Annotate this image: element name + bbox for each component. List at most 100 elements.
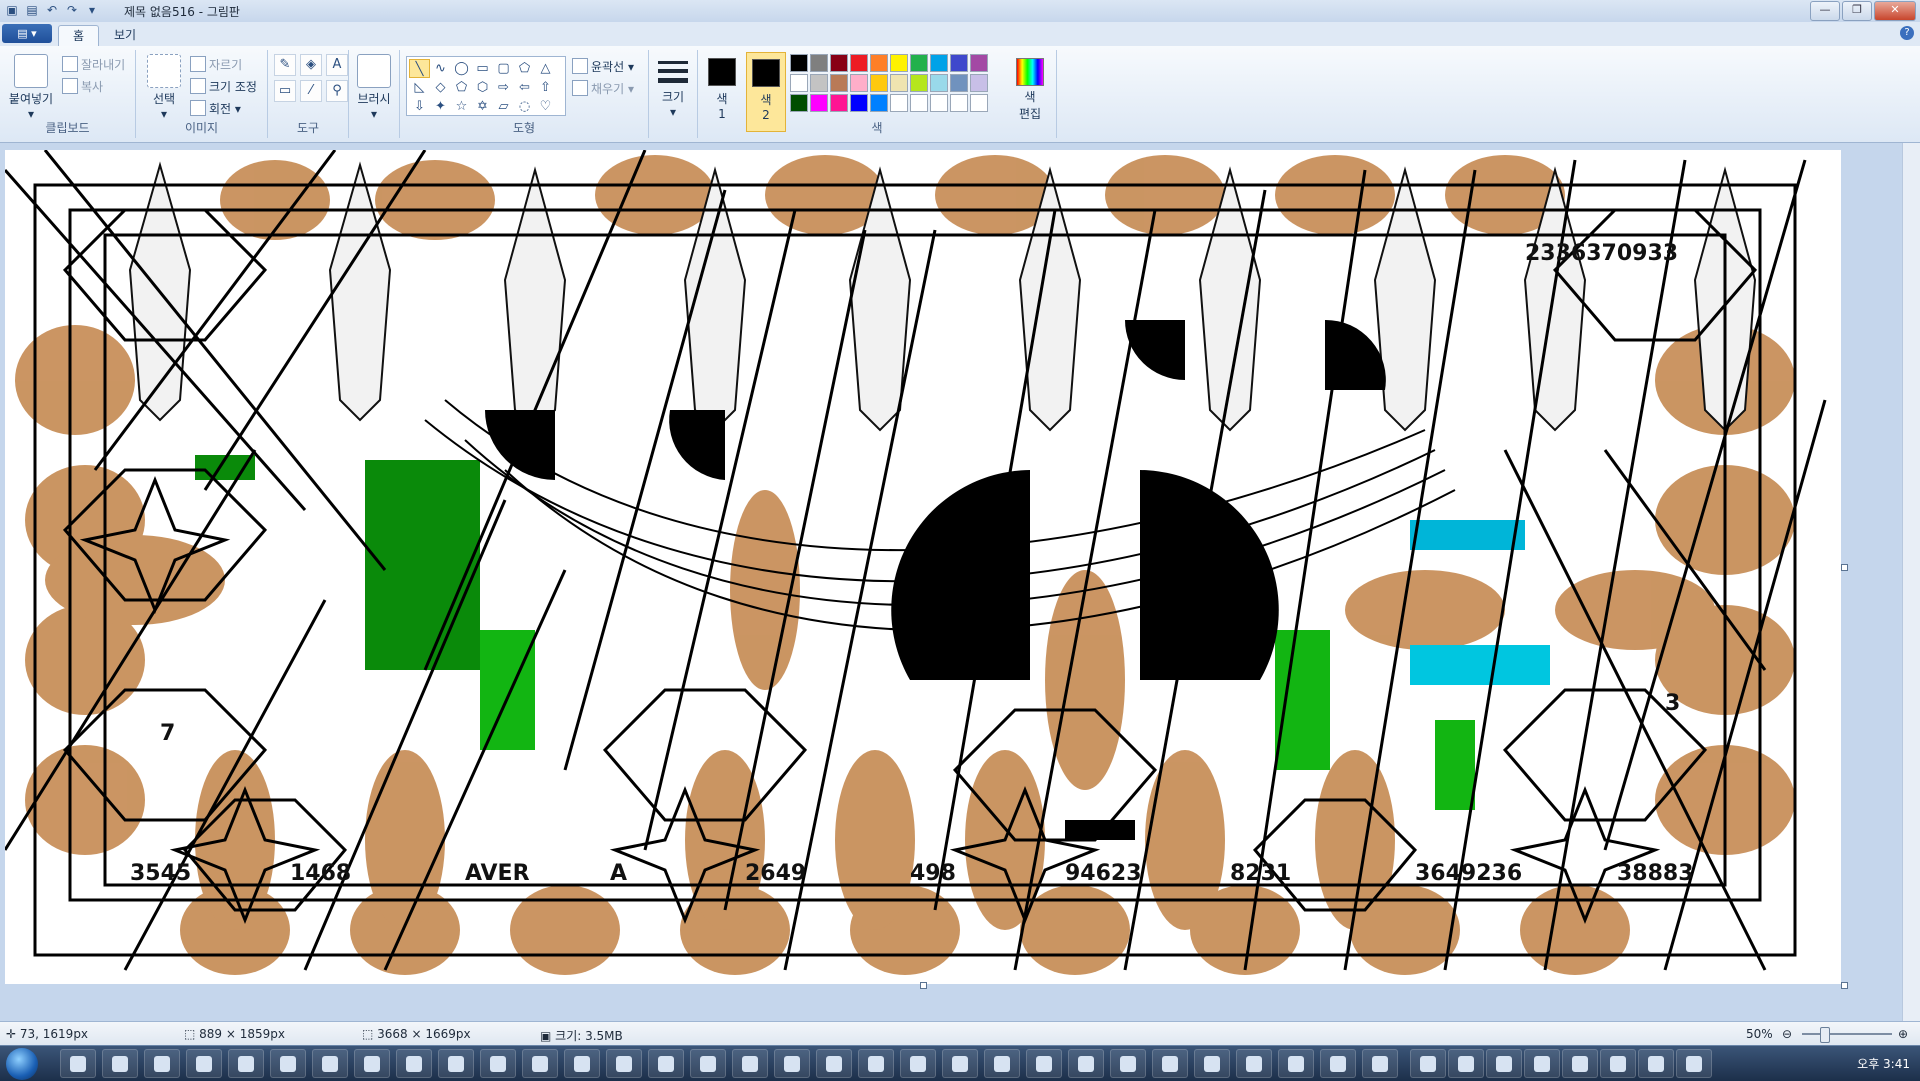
taskbar-app-button[interactable] [732, 1049, 768, 1078]
fill-bucket-icon[interactable]: ◈ [300, 54, 322, 76]
zoom-in-button[interactable]: ⊕ [1898, 1027, 1908, 1041]
taskbar-app-button[interactable] [312, 1049, 348, 1078]
palette-color-swatch[interactable] [890, 74, 908, 92]
callout-rect-icon[interactable]: ▱ [493, 97, 514, 116]
taskbar-app-button[interactable] [564, 1049, 600, 1078]
palette-color-swatch[interactable] [910, 54, 928, 72]
tab-view[interactable]: 보기 [100, 25, 150, 45]
select-button[interactable]: 선택 ▾ [144, 54, 184, 121]
palette-color-swatch[interactable] [870, 94, 888, 112]
palette-color-swatch[interactable] [850, 74, 868, 92]
outline-button[interactable]: 윤곽선 ▾ [572, 58, 634, 75]
six-point-star-icon[interactable]: ✡ [472, 97, 493, 116]
zoom-out-button[interactable]: ⊖ [1782, 1027, 1792, 1041]
rounded-rect-shape-icon[interactable]: ▢ [493, 59, 514, 78]
left-arrow-shape-icon[interactable]: ⇦ [514, 78, 535, 97]
drawing-canvas[interactable]: 3545 1468 AVER A 2649 498 94623 8231 364… [5, 150, 1841, 984]
palette-color-swatch[interactable] [970, 94, 988, 112]
taskbar-app-button[interactable] [606, 1049, 642, 1078]
taskbar-app-button[interactable] [1194, 1049, 1230, 1078]
resize-handle-corner[interactable] [1841, 982, 1848, 989]
palette-color-swatch[interactable] [910, 74, 928, 92]
size-button[interactable]: 크기 ▾ [653, 56, 693, 119]
palette-color-swatch[interactable] [790, 94, 808, 112]
palette-color-swatch[interactable] [970, 74, 988, 92]
crop-button[interactable]: 자르기 [190, 56, 242, 73]
taskbar-app-button[interactable] [690, 1049, 726, 1078]
taskbar-app-button[interactable] [1562, 1049, 1598, 1078]
line-shape-icon[interactable]: ╲ [409, 59, 430, 78]
resize-handle-bottom[interactable] [920, 982, 927, 989]
taskbar-app-button[interactable] [900, 1049, 936, 1078]
pentagon-shape-icon[interactable]: ⬠ [451, 78, 472, 97]
curve-shape-icon[interactable]: ∿ [430, 59, 451, 78]
help-icon[interactable]: ? [1900, 26, 1914, 40]
oval-shape-icon[interactable]: ◯ [451, 59, 472, 78]
taskbar-app-button[interactable] [228, 1049, 264, 1078]
save-icon[interactable]: ▤ [24, 2, 40, 18]
palette-color-swatch[interactable] [870, 74, 888, 92]
taskbar-app-button[interactable] [354, 1049, 390, 1078]
magnifier-icon[interactable]: ⚲ [326, 80, 348, 102]
taskbar-app-button[interactable] [1448, 1049, 1484, 1078]
right-arrow-shape-icon[interactable]: ⇨ [493, 78, 514, 97]
resize-button[interactable]: 크기 조정 [190, 78, 257, 95]
paste-button[interactable]: 붙여넣기 ▾ [6, 54, 56, 121]
taskbar-app-button[interactable] [774, 1049, 810, 1078]
clock[interactable]: 오후 3:41 [1857, 1055, 1910, 1072]
pencil-icon[interactable]: ✎ [274, 54, 296, 76]
palette-color-swatch[interactable] [790, 54, 808, 72]
taskbar-app-button[interactable] [1486, 1049, 1522, 1078]
taskbar-app-button[interactable] [858, 1049, 894, 1078]
cut-button[interactable]: 잘라내기 [62, 56, 125, 73]
palette-color-swatch[interactable] [910, 94, 928, 112]
taskbar-app-button[interactable] [648, 1049, 684, 1078]
minimize-button[interactable]: — [1810, 1, 1840, 21]
diamond-shape-icon[interactable]: ◇ [430, 78, 451, 97]
taskbar-app-button[interactable] [144, 1049, 180, 1078]
palette-color-swatch[interactable] [810, 94, 828, 112]
up-arrow-shape-icon[interactable]: ⇧ [535, 78, 556, 97]
app-menu-button[interactable]: ▤ ▾ [2, 24, 52, 43]
taskbar-app-button[interactable] [1236, 1049, 1272, 1078]
palette-color-swatch[interactable] [830, 94, 848, 112]
taskbar-app-button[interactable] [1524, 1049, 1560, 1078]
taskbar-app-button[interactable] [1410, 1049, 1446, 1078]
taskbar-app-button[interactable] [186, 1049, 222, 1078]
taskbar-app-button[interactable] [1026, 1049, 1062, 1078]
taskbar-app-button[interactable] [1152, 1049, 1188, 1078]
taskbar-app-button[interactable] [480, 1049, 516, 1078]
paint-app-icon[interactable]: ▣ [4, 2, 20, 18]
zoom-slider-thumb[interactable] [1820, 1027, 1830, 1043]
start-button[interactable] [6, 1048, 38, 1080]
palette-color-swatch[interactable] [930, 74, 948, 92]
palette-color-swatch[interactable] [850, 54, 868, 72]
palette-color-swatch[interactable] [790, 74, 808, 92]
taskbar-app-button[interactable] [60, 1049, 96, 1078]
resize-handle-right[interactable] [1841, 564, 1848, 571]
palette-color-swatch[interactable] [930, 94, 948, 112]
zoom-slider[interactable] [1802, 1033, 1892, 1035]
text-icon[interactable]: A [326, 54, 348, 76]
maximize-button[interactable]: ❐ [1842, 1, 1872, 21]
palette-color-swatch[interactable] [810, 54, 828, 72]
taskbar-app-button[interactable] [522, 1049, 558, 1078]
palette-color-swatch[interactable] [830, 74, 848, 92]
copy-button[interactable]: 복사 [62, 78, 103, 95]
taskbar-app-button[interactable] [270, 1049, 306, 1078]
rotate-button[interactable]: 회전 ▾ [190, 100, 241, 117]
customize-qat-icon[interactable]: ▾ [84, 2, 100, 18]
close-button[interactable]: ✕ [1874, 1, 1916, 21]
right-triangle-shape-icon[interactable]: ◺ [409, 78, 430, 97]
taskbar-app-button[interactable] [984, 1049, 1020, 1078]
palette-color-swatch[interactable] [850, 94, 868, 112]
taskbar-app-button[interactable] [1068, 1049, 1104, 1078]
palette-color-swatch[interactable] [930, 54, 948, 72]
palette-color-swatch[interactable] [950, 54, 968, 72]
brushes-button[interactable]: 브러시 ▾ [353, 54, 395, 121]
taskbar-app-button[interactable] [816, 1049, 852, 1078]
color-picker-icon[interactable]: ⁄ [300, 80, 322, 102]
palette-color-swatch[interactable] [970, 54, 988, 72]
undo-icon[interactable]: ↶ [44, 2, 60, 18]
tab-home[interactable]: 홈 [58, 25, 100, 46]
